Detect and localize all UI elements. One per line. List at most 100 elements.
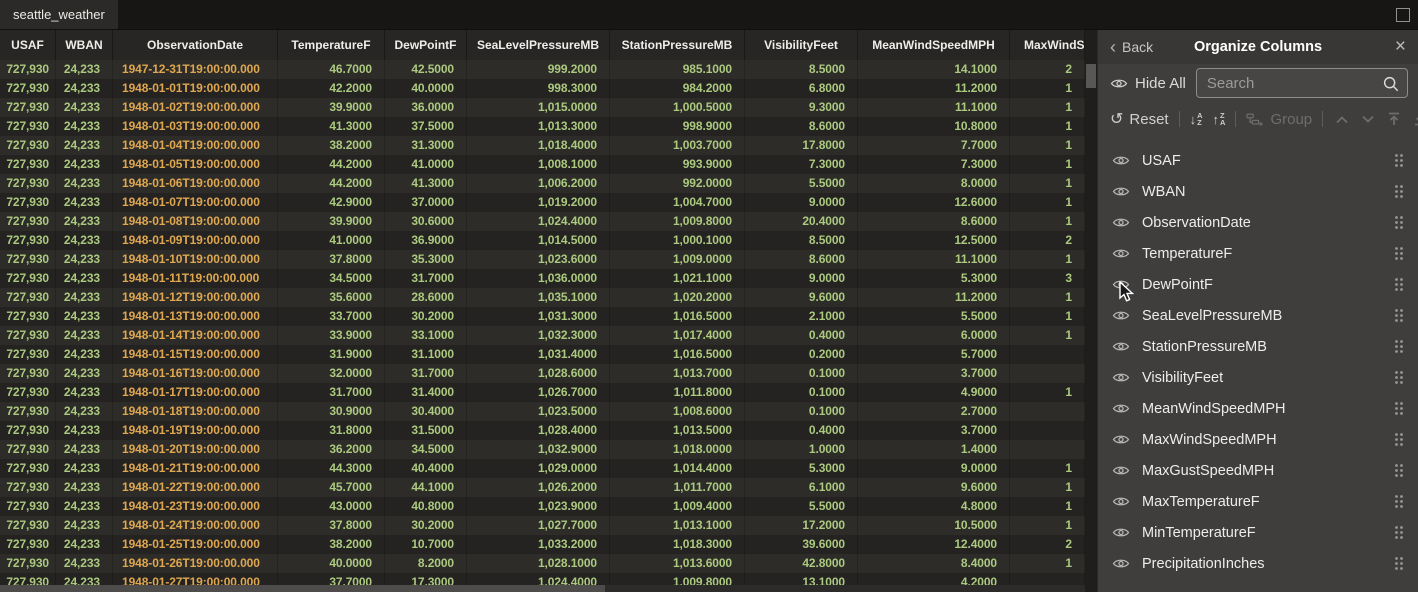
cell-WBAN: 24,233 xyxy=(56,497,113,516)
column-list-item-MaxGustSpeedMPH[interactable]: MaxGustSpeedMPH xyxy=(1098,455,1418,486)
group-button[interactable]: Group xyxy=(1246,111,1312,128)
cell-ObservationDate: 1948-01-23T19:00:00.000 xyxy=(113,497,278,516)
eye-icon[interactable] xyxy=(1112,371,1130,384)
column-header-WBAN[interactable]: WBAN xyxy=(56,30,113,60)
horizontal-scrollbar-thumb[interactable] xyxy=(0,585,605,592)
eye-icon[interactable] xyxy=(1112,185,1130,198)
column-item-label: USAF xyxy=(1142,153,1382,169)
cell-ObservationDate: 1948-01-10T19:00:00.000 xyxy=(113,250,278,269)
vertical-scrollbar-thumb[interactable] xyxy=(1086,64,1096,88)
drag-handle-icon[interactable] xyxy=(1394,463,1404,478)
cell-StationPressureMB: 993.9000 xyxy=(610,155,745,174)
vertical-scrollbar[interactable] xyxy=(1085,30,1097,592)
drag-handle-icon[interactable] xyxy=(1394,525,1404,540)
drag-handle-icon[interactable] xyxy=(1394,339,1404,354)
column-list-item-MaxTemperatureF[interactable]: MaxTemperatureF xyxy=(1098,486,1418,517)
cell-TemperatureF: 41.0000 xyxy=(278,231,385,250)
column-list-item-WBAN[interactable]: WBAN xyxy=(1098,176,1418,207)
column-header-USAF[interactable]: USAF xyxy=(0,30,56,60)
close-icon[interactable]: × xyxy=(1395,39,1406,55)
cell-USAF: 727,930 xyxy=(0,497,56,516)
cell-ObservationDate: 1948-01-11T19:00:00.000 xyxy=(113,269,278,288)
column-item-label: WBAN xyxy=(1142,184,1382,200)
eye-icon[interactable] xyxy=(1112,340,1130,353)
sort-ascending-icon[interactable]: ↓AZ xyxy=(1190,112,1203,127)
group-icon xyxy=(1246,112,1264,127)
column-header-StationPressureMB[interactable]: StationPressureMB xyxy=(610,30,745,60)
cell-ObservationDate: 1948-01-15T19:00:00.000 xyxy=(113,345,278,364)
column-list-item-MeanWindSpeedMPH[interactable]: MeanWindSpeedMPH xyxy=(1098,393,1418,424)
column-header-TemperatureF[interactable]: TemperatureF xyxy=(278,30,385,60)
search-icon[interactable] xyxy=(1382,75,1400,93)
table-row: 727,93024,2331948-01-25T19:00:00.00038.2… xyxy=(0,535,1085,554)
cell-MaxWindSpeedMPH xyxy=(1010,421,1085,440)
eye-icon[interactable] xyxy=(1112,495,1130,508)
column-list-item-USAF[interactable]: USAF xyxy=(1098,145,1418,176)
search-input[interactable] xyxy=(1197,75,1407,92)
column-list-item-PrecipitationInches[interactable]: PrecipitationInches xyxy=(1098,548,1418,579)
maximize-icon[interactable] xyxy=(1396,8,1410,22)
cell-SeaLevelPressureMB: 1,033.2000 xyxy=(467,535,610,554)
cell-DewPointF: 37.0000 xyxy=(385,193,467,212)
drag-handle-icon[interactable] xyxy=(1394,370,1404,385)
column-header-VisibilityFeet[interactable]: VisibilityFeet xyxy=(745,30,858,60)
drag-handle-icon[interactable] xyxy=(1394,153,1404,168)
eye-icon[interactable] xyxy=(1112,309,1130,322)
move-down-icon[interactable] xyxy=(1361,115,1375,124)
column-list-item-ObservationDate[interactable]: ObservationDate xyxy=(1098,207,1418,238)
cell-DewPointF: 37.5000 xyxy=(385,117,467,136)
column-list-item-MaxWindSpeedMPH[interactable]: MaxWindSpeedMPH xyxy=(1098,424,1418,455)
drag-handle-icon[interactable] xyxy=(1394,556,1404,571)
eye-icon[interactable] xyxy=(1112,154,1130,167)
cell-SeaLevelPressureMB: 1,036.0000 xyxy=(467,269,610,288)
cell-MeanWindSpeedMPH: 14.1000 xyxy=(858,60,1010,79)
sort-descending-icon[interactable]: ↑ZA xyxy=(1213,112,1226,127)
column-list-item-StationPressureMB[interactable]: StationPressureMB xyxy=(1098,331,1418,362)
move-to-bottom-icon[interactable] xyxy=(1413,112,1418,126)
drag-handle-icon[interactable] xyxy=(1394,494,1404,509)
move-to-top-icon[interactable] xyxy=(1387,112,1401,126)
column-list-item-TemperatureF[interactable]: TemperatureF xyxy=(1098,238,1418,269)
cell-VisibilityFeet: 8.6000 xyxy=(745,250,858,269)
cell-WBAN: 24,233 xyxy=(56,174,113,193)
table-row: 727,93024,2331948-01-08T19:00:00.00039.9… xyxy=(0,212,1085,231)
eye-icon[interactable] xyxy=(1112,526,1130,539)
cell-MeanWindSpeedMPH: 11.1000 xyxy=(858,98,1010,117)
cell-ObservationDate: 1948-01-12T19:00:00.000 xyxy=(113,288,278,307)
eye-icon[interactable] xyxy=(1112,216,1130,229)
table-row: 727,93024,2331948-01-16T19:00:00.00032.0… xyxy=(0,364,1085,383)
cell-SeaLevelPressureMB: 1,028.6000 xyxy=(467,364,610,383)
eye-icon[interactable] xyxy=(1112,402,1130,415)
hide-all-button[interactable]: Hide All xyxy=(1110,75,1186,92)
toolbar-divider xyxy=(1235,111,1236,127)
horizontal-scrollbar[interactable] xyxy=(0,585,1085,592)
drag-handle-icon[interactable] xyxy=(1394,308,1404,323)
column-header-SeaLevelPressureMB[interactable]: SeaLevelPressureMB xyxy=(467,30,610,60)
column-list-item-DewPointF[interactable]: DewPointF xyxy=(1098,269,1418,300)
column-header-MaxWindSpeedMPH[interactable]: MaxWindSpeedMPH xyxy=(1010,30,1085,60)
column-header-MeanWindSpeedMPH[interactable]: MeanWindSpeedMPH xyxy=(858,30,1010,60)
eye-icon[interactable] xyxy=(1112,433,1130,446)
eye-icon[interactable] xyxy=(1112,247,1130,260)
eye-icon[interactable] xyxy=(1112,557,1130,570)
drag-handle-icon[interactable] xyxy=(1394,215,1404,230)
column-list-item-VisibilityFeet[interactable]: VisibilityFeet xyxy=(1098,362,1418,393)
column-list-item-MinTemperatureF[interactable]: MinTemperatureF xyxy=(1098,517,1418,548)
reset-button[interactable]: ↺ Reset xyxy=(1110,109,1169,129)
table-row: 727,93024,2331948-01-18T19:00:00.00030.9… xyxy=(0,402,1085,421)
eye-icon[interactable] xyxy=(1112,278,1130,291)
drag-handle-icon[interactable] xyxy=(1394,401,1404,416)
back-button[interactable]: ‹ Back xyxy=(1110,39,1153,55)
column-header-DewPointF[interactable]: DewPointF xyxy=(385,30,467,60)
column-list-item-SeaLevelPressureMB[interactable]: SeaLevelPressureMB xyxy=(1098,300,1418,331)
column-item-label: ObservationDate xyxy=(1142,215,1382,231)
column-header-ObservationDate[interactable]: ObservationDate xyxy=(113,30,278,60)
drag-handle-icon[interactable] xyxy=(1394,432,1404,447)
eye-icon[interactable] xyxy=(1112,464,1130,477)
move-up-icon[interactable] xyxy=(1335,115,1349,124)
title-bar: seattle_weather xyxy=(0,0,1418,30)
drag-handle-icon[interactable] xyxy=(1394,246,1404,261)
tab-seattle-weather[interactable]: seattle_weather xyxy=(0,0,118,29)
drag-handle-icon[interactable] xyxy=(1394,277,1404,292)
drag-handle-icon[interactable] xyxy=(1394,184,1404,199)
